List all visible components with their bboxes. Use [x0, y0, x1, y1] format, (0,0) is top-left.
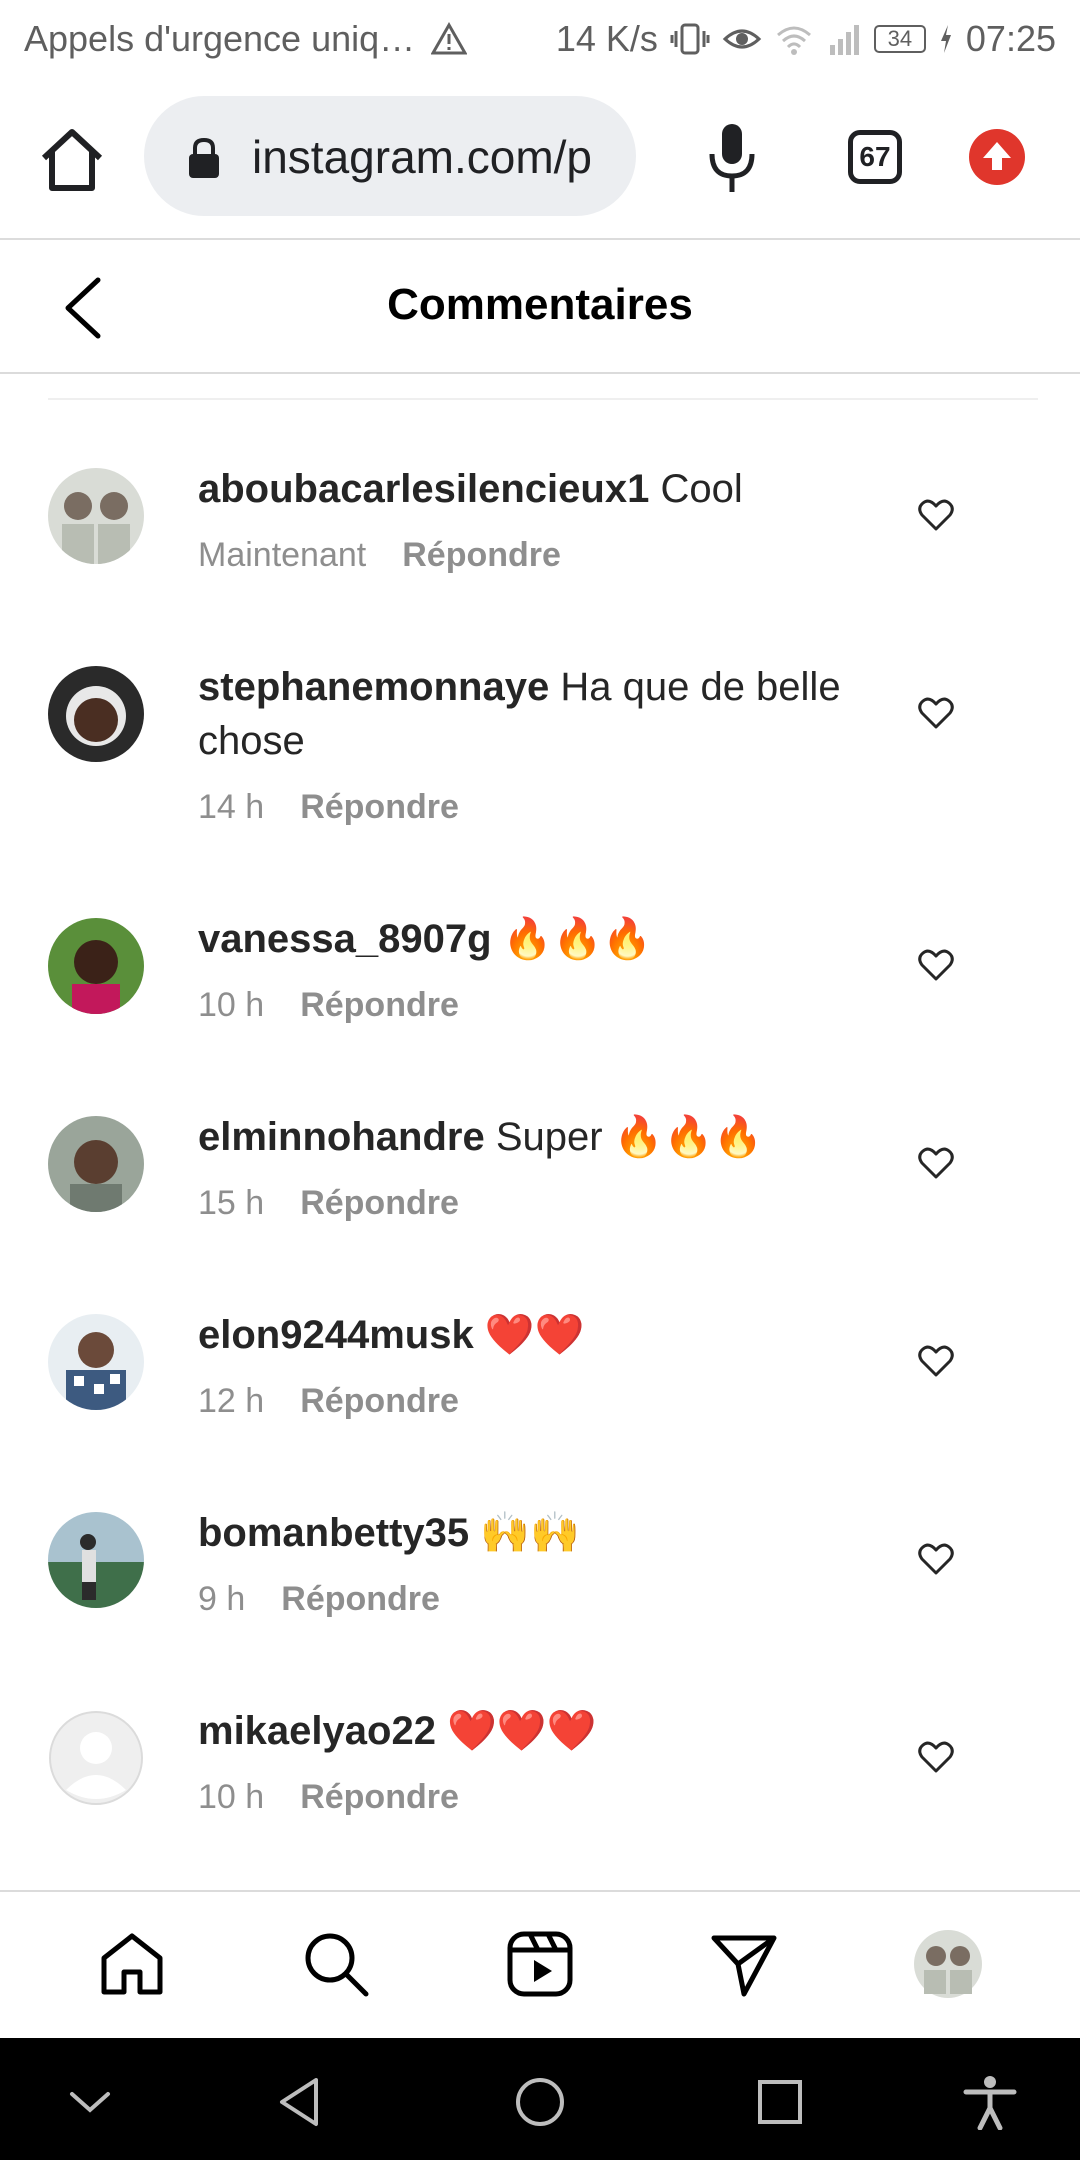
heart-icon[interactable] — [918, 1344, 954, 1378]
direct-message-icon[interactable] — [708, 1928, 780, 2000]
heart-icon[interactable] — [918, 1146, 954, 1180]
browser-home-icon[interactable] — [36, 124, 108, 196]
comment-text: 🔥🔥🔥 — [502, 917, 653, 961]
status-bar: Appels d'urgence uniq… 14 K/s 34 07:25 — [0, 0, 1080, 76]
comments-header: Commentaires — [0, 240, 1080, 374]
comment-time: 9 h — [198, 1580, 246, 1618]
mic-icon[interactable] — [700, 120, 764, 196]
battery-indicator: 34 — [873, 25, 926, 53]
comment-username[interactable]: stephanemonnaye — [198, 665, 549, 709]
reels-icon[interactable] — [504, 1928, 576, 2000]
vibrate-icon — [670, 23, 710, 55]
divider — [48, 398, 1038, 400]
url-text: instagram.com/p — [252, 131, 593, 183]
eye-icon — [722, 29, 762, 49]
comment-body: stephanemonnaye Ha que de belle chose 14… — [198, 660, 858, 827]
warning-icon — [431, 21, 468, 55]
comment-text: ❤️❤️ — [484, 1313, 585, 1357]
comment-time: Maintenant — [198, 536, 367, 574]
reply-button[interactable]: Répondre — [300, 788, 459, 827]
comment-body: aboubacarlesilencieux1 Cool Maintenant R… — [198, 462, 858, 575]
heart-icon[interactable] — [918, 1542, 954, 1576]
comment-body: vanessa_8907g 🔥🔥🔥 10 h Répondre — [198, 912, 858, 1025]
heart-icon[interactable] — [918, 498, 954, 532]
comment-text: Cool — [660, 467, 743, 511]
back-icon[interactable] — [272, 2074, 328, 2130]
comment-text: ❤️❤️❤️ — [447, 1709, 597, 1753]
browser-toolbar: instagram.com/p 67 — [0, 76, 1080, 240]
signal-icon — [829, 25, 859, 55]
avatar[interactable] — [48, 1512, 144, 1608]
avatar[interactable] — [48, 1116, 144, 1212]
clock: 07:25 — [965, 18, 1056, 59]
comment-username[interactable]: elminnohandre — [198, 1115, 485, 1159]
reply-button[interactable]: Répondre — [300, 1184, 459, 1223]
comment-body: elon9244musk ❤️❤️ 12 h Répondre — [198, 1308, 858, 1421]
wifi-icon — [776, 26, 811, 55]
recents-icon[interactable] — [752, 2074, 808, 2130]
lock-icon — [189, 137, 219, 178]
home-icon[interactable] — [96, 1928, 168, 2000]
reply-button[interactable]: Répondre — [402, 536, 561, 575]
search-icon[interactable] — [300, 1928, 372, 2000]
reply-button[interactable]: Répondre — [300, 986, 459, 1025]
page-title: Commentaires — [387, 280, 693, 329]
avatar[interactable] — [48, 666, 144, 762]
comment-time: 14 h — [198, 788, 265, 826]
heart-icon[interactable] — [918, 948, 954, 982]
default-avatar-icon[interactable] — [48, 1710, 144, 1806]
comment-text: 🙌🙌 — [480, 1511, 580, 1555]
comment-time: 10 h — [198, 986, 265, 1024]
page: Appels d'urgence uniq… 14 K/s 34 07:25 i… — [0, 0, 1080, 2160]
carrier-text: Appels d'urgence uniq… — [24, 18, 416, 59]
comment-time: 12 h — [198, 1382, 265, 1420]
charging-icon — [940, 25, 951, 53]
reply-button[interactable]: Répondre — [300, 1382, 459, 1421]
comment-body: elminnohandre Super 🔥🔥🔥 15 h Répondre — [198, 1110, 858, 1223]
comment-body: mikaelyao22 ❤️❤️❤️ 10 h Répondre — [198, 1704, 858, 1817]
reply-button[interactable]: Répondre — [300, 1778, 459, 1817]
reply-button[interactable]: Répondre — [281, 1580, 440, 1619]
address-bar[interactable]: instagram.com/p — [144, 96, 636, 216]
comment-time: 15 h — [198, 1184, 265, 1222]
comment-username[interactable]: elon9244musk — [198, 1313, 474, 1357]
comment-body: bomanbetty35 🙌🙌 9 h Répondre — [198, 1506, 858, 1619]
avatar[interactable] — [48, 918, 144, 1014]
comment-time: 10 h — [198, 1778, 265, 1816]
profile-avatar[interactable] — [912, 1928, 984, 2000]
chevron-down-icon[interactable] — [62, 2074, 118, 2130]
comment-text: Super 🔥🔥🔥 — [495, 1115, 764, 1159]
comment-username[interactable]: vanessa_8907g — [198, 917, 492, 961]
update-icon[interactable] — [968, 128, 1026, 186]
comment-username[interactable]: mikaelyao22 — [198, 1709, 436, 1753]
comment-username[interactable]: bomanbetty35 — [198, 1511, 469, 1555]
comment-username[interactable]: aboubacarlesilencieux1 — [198, 467, 649, 511]
accessibility-icon[interactable] — [962, 2074, 1018, 2130]
network-speed: 14 K/s — [555, 18, 658, 59]
system-nav-bar — [0, 2038, 1080, 2160]
heart-icon[interactable] — [918, 696, 954, 730]
heart-icon[interactable] — [918, 1740, 954, 1774]
tabs-count-button[interactable]: 67 — [848, 130, 902, 184]
home-circle-icon[interactable] — [512, 2074, 568, 2130]
avatar[interactable] — [48, 1314, 144, 1410]
bottom-nav — [0, 1890, 1080, 2038]
avatar[interactable] — [48, 468, 144, 564]
